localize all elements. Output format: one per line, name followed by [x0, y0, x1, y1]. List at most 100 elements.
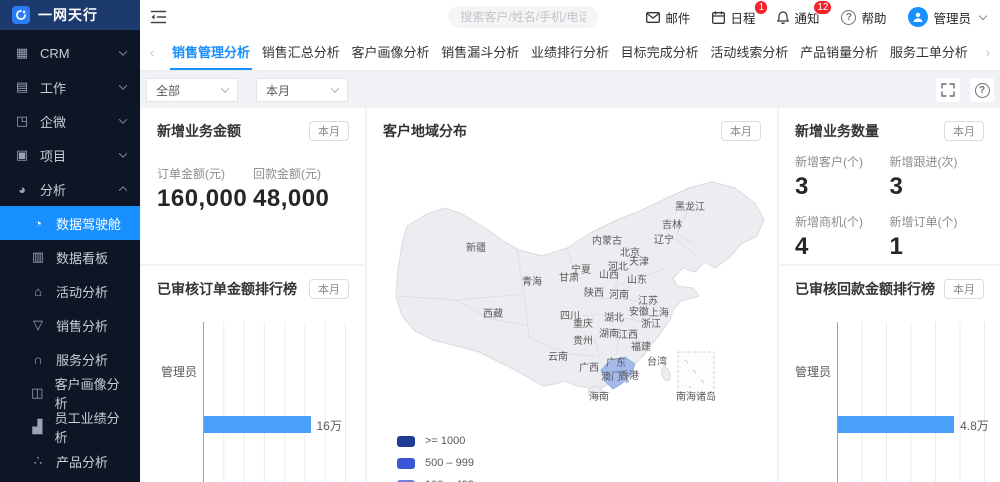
tab-target-completion[interactable]: 目标完成分析 — [619, 34, 701, 70]
filter-bar: 全部 本月 — [140, 72, 1000, 108]
card-new-business-amount: 新增业务金额 本月 订单金额(元)160,000回款金额(元)48,000 — [141, 108, 365, 264]
province-label: 西藏 — [483, 308, 503, 320]
app-logo[interactable]: 一网天行 — [0, 0, 140, 30]
sidebar-item-crm[interactable]: ▦CRM — [0, 36, 140, 70]
tabs-scroll-left-icon[interactable]: ‹ — [144, 34, 160, 70]
analysis-pie-icon: ◕ — [14, 182, 30, 197]
tab-performance-rank[interactable]: 业绩排行分析 — [529, 34, 611, 70]
sidebar-item-activity-analysis[interactable]: ⌂活动分析 — [0, 274, 140, 308]
stat-label: 订单金额(元) — [157, 165, 253, 182]
province-label: 山西 — [599, 269, 619, 281]
province-taiwan — [660, 366, 672, 382]
sidebar-item-wecom[interactable]: ◳企微 — [0, 104, 140, 138]
user-menu[interactable]: 管理员 — [908, 7, 986, 27]
stat-block: 新增订单(个) 1 — [890, 213, 985, 261]
tab-sales-summary[interactable]: 销售汇总分析 — [260, 34, 342, 70]
nodes-icon: ∴ — [30, 453, 46, 469]
sidebar-item-label: 数据看板 — [56, 248, 108, 267]
dashboard-help-button[interactable] — [970, 78, 994, 102]
card-new-business-count: 新增业务数量 本月 新增客户(个)3新增跟进(次)3新增商机(个)4新增订单(个… — [779, 108, 1000, 264]
province-label: 安徽 — [629, 305, 649, 318]
sidebar-item-label: 工作 — [40, 78, 66, 97]
sidebar-item-product-analysis[interactable]: ∴产品分析 — [0, 444, 140, 478]
top-header: 邮件 日程 1 通知 12 帮助 管理员 — [140, 0, 1000, 34]
fullscreen-button[interactable] — [936, 78, 960, 102]
sidebar-item-customer-portrait-analysis[interactable]: ◫客户画像分析 — [0, 376, 140, 410]
rank-chart-plot: 16万 — [203, 322, 346, 482]
sidebar-item-label: 分析 — [40, 180, 66, 199]
period-badge: 本月 — [944, 279, 984, 299]
period-badge: 本月 — [944, 121, 984, 141]
south-china-sea-inset — [678, 352, 714, 394]
sidebar-item-label: 活动分析 — [56, 282, 108, 301]
chevron-down-icon — [119, 81, 127, 89]
period-select[interactable]: 本月 — [256, 78, 348, 102]
legend-label: >= 1000 — [425, 435, 465, 447]
province-label: 天津 — [629, 256, 649, 268]
stat-value: 160,000 — [157, 185, 253, 213]
china-map[interactable]: 黑龙江吉林辽宁内蒙古北京天津河北山西山东宁夏甘肃青海新疆陕西河南江苏安徽上海西藏… — [367, 148, 777, 478]
rank-bar[interactable]: 16万 — [204, 416, 311, 433]
avatar — [908, 7, 928, 27]
sidebar-item-analysis[interactable]: ◕ 分析 — [0, 172, 140, 206]
tab-activity-leads[interactable]: 活动线索分析 — [708, 34, 790, 70]
stat-value: 1 — [890, 233, 985, 261]
sidebar-item-label: 服务分析 — [56, 350, 108, 369]
sidebar-item-label: 数据驾驶舱 — [56, 214, 121, 233]
sidebar-item-data-cockpit[interactable]: ◔数据驾驶舱 — [0, 206, 140, 240]
chevron-down-icon — [221, 84, 229, 92]
bell-icon — [777, 11, 789, 24]
bar-chart-icon: ▟ — [30, 419, 45, 435]
notice-button[interactable]: 通知 12 — [777, 8, 819, 27]
province-label: 内蒙古 — [592, 234, 622, 247]
sidebar-item-project[interactable]: ▣项目 — [0, 138, 140, 172]
sidebar-item-employee-performance-analysis[interactable]: ▟员工业绩分析 — [0, 410, 140, 444]
rank-bar[interactable]: 4.8万 — [838, 416, 954, 433]
scope-select[interactable]: 全部 — [146, 78, 238, 102]
tab-service-ticket[interactable]: 服务工单分析 — [888, 34, 970, 70]
sidebar-item-sales-analysis[interactable]: ▽销售分析 — [0, 308, 140, 342]
card-title: 新增业务数量 — [795, 121, 879, 141]
legend-swatch — [397, 458, 415, 469]
headset-icon: ∩ — [30, 352, 46, 367]
province-label: 贵州 — [573, 334, 593, 347]
map-legend-item: >= 1000 — [397, 430, 474, 452]
stat-value: 48,000 — [253, 185, 349, 213]
province-label: 辽宁 — [654, 233, 674, 246]
tab-sales-management[interactable]: 销售管理分析 — [170, 34, 252, 70]
province-label: 山东 — [627, 273, 647, 286]
sidebar-item-label: 客户画像分析 — [55, 374, 126, 412]
tabs-scroll-right-icon[interactable]: › — [980, 34, 996, 70]
help-button[interactable]: 帮助 — [841, 8, 886, 27]
dashboard-content: 新增业务金额 本月 订单金额(元)160,000回款金额(元)48,000 客户… — [140, 108, 1000, 482]
province-label: 青海 — [522, 275, 542, 288]
period-badge: 本月 — [309, 279, 349, 299]
map-legend-item: 500 – 999 — [397, 452, 474, 474]
chevron-down-icon — [119, 47, 127, 55]
chevron-down-icon — [331, 84, 339, 92]
sidebar-item-data-board[interactable]: ▥ 数据看板 — [0, 240, 140, 274]
province-label: 台湾 — [647, 355, 667, 368]
search-input[interactable] — [448, 6, 598, 28]
sidebar-item-service-analysis[interactable]: ∩ 服务分析 — [0, 342, 140, 376]
province-label: 上海 — [649, 306, 669, 319]
stat-label: 回款金额(元) — [253, 165, 349, 182]
province-label: 广东 — [606, 356, 626, 369]
board-chart-icon: ▥ — [30, 249, 46, 265]
help-icon — [841, 10, 856, 25]
stat-value: 3 — [795, 173, 890, 201]
project-icon: ▣ — [14, 147, 30, 163]
card-title: 已审核回款金额排行榜 — [795, 279, 935, 299]
app-logo-icon — [12, 6, 30, 24]
stat-label: 新增订单(个) — [890, 213, 985, 230]
tab-sales-funnel[interactable]: 销售漏斗分析 — [439, 34, 521, 70]
menu-fold-icon[interactable] — [150, 10, 167, 24]
notice-badge: 12 — [813, 0, 832, 15]
tab-customer-portrait[interactable]: 客户画像分析 — [349, 34, 431, 70]
mail-button[interactable]: 邮件 — [646, 8, 690, 27]
schedule-button[interactable]: 日程 1 — [712, 8, 755, 27]
wecom-icon: ◳ — [14, 113, 30, 129]
tab-product-sales[interactable]: 产品销量分析 — [798, 34, 880, 70]
sidebar-item-work[interactable]: ▤工作 — [0, 70, 140, 104]
stat-value: 4 — [795, 233, 890, 261]
